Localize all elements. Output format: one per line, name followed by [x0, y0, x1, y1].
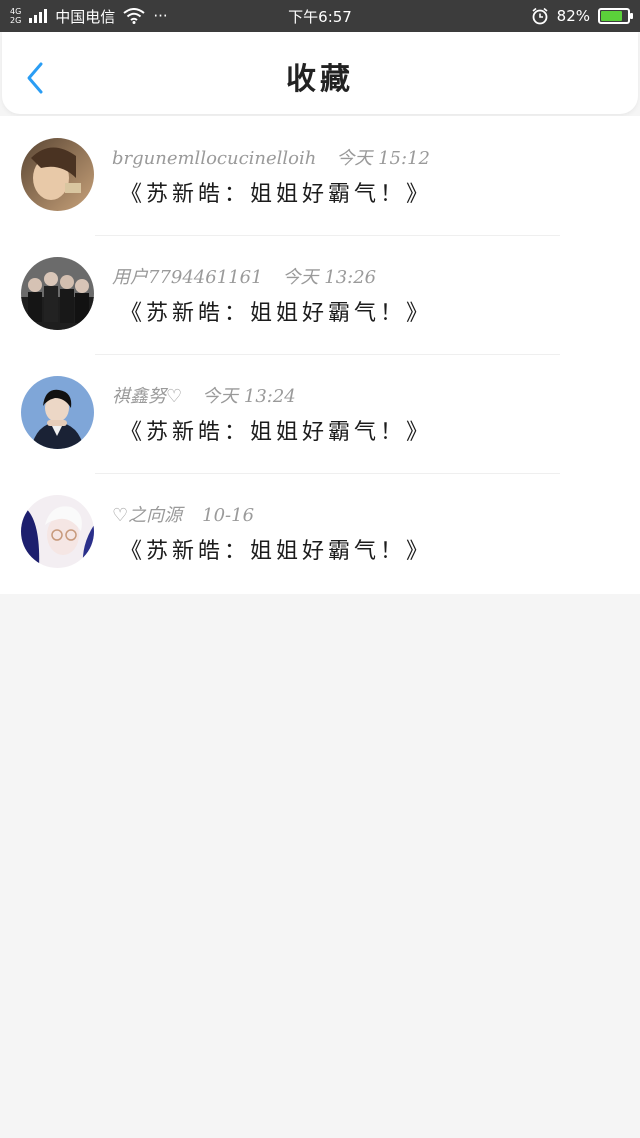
battery-fill — [601, 11, 623, 21]
carrier-name: 中国电信 — [55, 7, 116, 26]
timestamp: 今天 15:12 — [336, 148, 430, 169]
more-indicator: ··· — [153, 7, 168, 25]
favorites-list: brgunemllocucinelloih 今天 15:12 《苏新皓：姐姐好霸… — [0, 116, 640, 594]
status-left: 4G 2G 中国电信 ··· — [10, 6, 168, 27]
battery-percent: 82% — [556, 7, 590, 25]
favorite-content[interactable]: 《苏新皓：姐姐好霸气！》 — [120, 533, 432, 565]
item-meta: 祺鑫努♡ 今天 13:24 — [112, 382, 296, 408]
network-type-top: 4G — [10, 7, 22, 16]
item-meta: ♡之向源 10-16 — [112, 501, 254, 527]
page-title: 收藏 — [286, 62, 354, 97]
avatar[interactable] — [21, 138, 94, 211]
status-right: 82% — [531, 7, 633, 25]
network-type-bottom: 2G — [10, 16, 22, 25]
alarm-icon — [532, 7, 548, 25]
header: 收藏 — [2, 32, 638, 114]
username[interactable]: ♡之向源 — [112, 501, 182, 527]
username[interactable]: 祺鑫努♡ — [112, 382, 182, 408]
favorite-content[interactable]: 《苏新皓：姐姐好霸气！》 — [120, 295, 432, 327]
list-item[interactable]: 用户7794461161 今天 13:26 《苏新皓：姐姐好霸气！》 — [0, 235, 640, 354]
favorite-content[interactable]: 《苏新皓：姐姐好霸气！》 — [120, 414, 432, 446]
avatar[interactable] — [21, 376, 94, 449]
avatar[interactable] — [21, 257, 94, 330]
signal-icon — [29, 9, 48, 23]
username[interactable]: brgunemllocucinelloih — [112, 148, 316, 169]
wifi-icon — [123, 8, 145, 24]
network-type: 4G 2G — [10, 7, 21, 25]
timestamp: 今天 13:26 — [282, 267, 377, 288]
list-item[interactable]: brgunemllocucinelloih 今天 15:12 《苏新皓：姐姐好霸… — [0, 116, 640, 235]
timestamp: 10-16 — [202, 505, 255, 526]
status-bar: 4G 2G 中国电信 ··· 下午6:57 82% — [0, 0, 640, 32]
battery-icon — [598, 8, 633, 24]
list-item[interactable]: ♡之向源 10-16 《苏新皓：姐姐好霸气！》 — [0, 473, 640, 592]
avatar[interactable] — [21, 495, 94, 568]
timestamp: 今天 13:24 — [202, 386, 296, 407]
item-meta: 用户7794461161 今天 13:26 — [112, 263, 376, 289]
favorite-content[interactable]: 《苏新皓：姐姐好霸气！》 — [120, 176, 432, 208]
username[interactable]: 用户7794461161 — [112, 263, 263, 289]
list-item[interactable]: 祺鑫努♡ 今天 13:24 《苏新皓：姐姐好霸气！》 — [0, 354, 640, 473]
item-meta: brgunemllocucinelloih 今天 15:12 — [112, 144, 430, 170]
